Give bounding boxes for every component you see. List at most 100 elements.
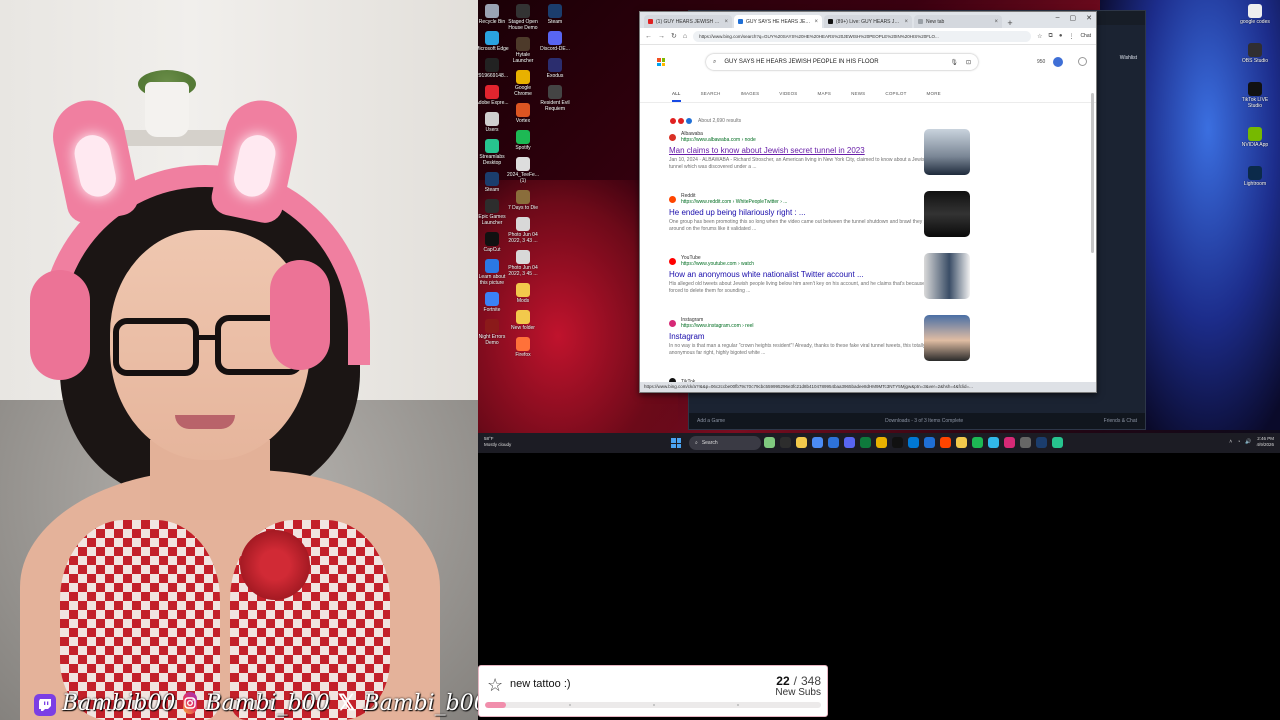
desktop-shortcut[interactable]: Lightroom — [1238, 166, 1272, 187]
result-title-link[interactable]: He ended up being hilariously right : ..… — [669, 208, 945, 218]
tab-close-icon[interactable]: × — [814, 19, 818, 25]
result-title-link[interactable]: How an anonymous white nationalist Twitt… — [669, 270, 945, 280]
desktop-shortcut[interactable]: 7 Days to Die — [506, 190, 540, 211]
chevron-up-icon[interactable]: ˄ — [1229, 439, 1232, 445]
search-tab[interactable]: SEARCH — [701, 91, 721, 102]
desktop-shortcut[interactable]: Hytale Launcher — [506, 37, 540, 64]
desktop-shortcut[interactable]: Night Errors Demo — [478, 319, 509, 346]
desktop-shortcut[interactable]: Streamlabs Desktop — [478, 139, 509, 166]
network-icon[interactable]: ◔ — [1237, 439, 1240, 445]
steam-friends-chat[interactable]: Friends & Chat — [1104, 418, 1137, 424]
close-icon[interactable]: ✕ — [1086, 14, 1092, 22]
desktop-shortcut[interactable]: Staged Open House Demo — [506, 4, 540, 31]
desktop-shortcut[interactable]: Steam — [538, 4, 572, 25]
browser-tab[interactable]: (1) GUY HEARS JEWISH PEO...× — [644, 15, 732, 28]
extensions-icon[interactable]: ⧉ — [1049, 33, 1053, 40]
result-thumbnail[interactable] — [924, 129, 970, 175]
taskbar-app-icon[interactable] — [956, 437, 967, 448]
result-thumbnail[interactable] — [924, 315, 970, 361]
taskbar-app-icon[interactable] — [796, 437, 807, 448]
search-tab[interactable]: NEWS — [851, 91, 865, 102]
desktop-shortcut[interactable]: Google Chrome — [506, 70, 540, 97]
desktop-shortcut[interactable]: 2919669148... — [478, 58, 509, 79]
search-query[interactable]: GUY SAYS HE HEARS JEWISH PEOPLE IN HIS F… — [724, 59, 942, 65]
result-source[interactable]: YouTube https://www.youtube.com › watch — [669, 255, 945, 267]
desktop-shortcut[interactable]: NVIDIA App — [1238, 127, 1272, 148]
taskbar-app-icon[interactable] — [828, 437, 839, 448]
search-tab[interactable]: MAPS — [818, 91, 832, 102]
desktop-shortcut[interactable]: Recycle Bin — [478, 4, 509, 25]
desktop-shortcut[interactable]: TikTok LIVE Studio — [1238, 82, 1272, 109]
result-thumbnail[interactable] — [924, 191, 970, 237]
tab-close-icon[interactable]: × — [994, 19, 998, 25]
result-title-link[interactable]: Instagram — [669, 332, 945, 342]
steam-wishlist-link[interactable]: Wishlist — [1120, 55, 1137, 61]
rewards-medal-icon[interactable] — [1053, 57, 1063, 67]
desktop-shortcut[interactable]: Microsoft Edge — [478, 31, 509, 52]
search-box[interactable]: ⌕ GUY SAYS HE HEARS JEWISH PEOPLE IN HIS… — [706, 54, 978, 70]
minimize-icon[interactable]: – — [1056, 14, 1060, 22]
search-tab[interactable]: IMAGES — [741, 91, 760, 102]
maximize-icon[interactable]: ▢ — [1070, 14, 1077, 22]
desktop-shortcut[interactable]: Firefox — [506, 337, 540, 358]
search-tab[interactable]: MORE — [927, 91, 941, 102]
forward-arrow-icon[interactable]: → — [658, 33, 665, 40]
taskbar-app-icon[interactable] — [908, 437, 919, 448]
result-thumbnail[interactable] — [924, 253, 970, 299]
taskbar-app-icon[interactable] — [844, 437, 855, 448]
taskbar-app-icon[interactable] — [1004, 437, 1015, 448]
desktop-shortcut[interactable]: Epic Games Launcher — [478, 199, 509, 226]
taskbar-app-icon[interactable] — [988, 437, 999, 448]
desktop-shortcut[interactable]: Spotify — [506, 130, 540, 151]
rewards-points[interactable]: 950 — [1037, 59, 1045, 65]
search-tab[interactable]: VIDEOS — [779, 91, 797, 102]
taskbar-app-icon[interactable] — [876, 437, 887, 448]
weather-widget[interactable]: 58°F Mostly cloudy — [484, 436, 511, 448]
taskbar-app-icon[interactable] — [1036, 437, 1047, 448]
menu-dots-icon[interactable]: ⋮ — [1068, 33, 1074, 40]
desktop-shortcut[interactable]: New folder — [506, 310, 540, 331]
system-clock[interactable]: 2:46 PM 4/9/2026 — [1256, 436, 1274, 448]
taskbar-app-icon[interactable] — [764, 437, 775, 448]
browser-tab[interactable]: New tab × — [914, 15, 1002, 28]
taskbar-app-icon[interactable] — [924, 437, 935, 448]
taskbar-app-icon[interactable] — [1020, 437, 1031, 448]
tab-close-icon[interactable]: × — [904, 19, 908, 25]
taskbar-app-icon[interactable] — [892, 437, 903, 448]
account-icon[interactable] — [1078, 57, 1087, 66]
browser-tab[interactable]: (89+) Live: GUY HEARS JEWI... × — [824, 15, 912, 28]
desktop-shortcut[interactable]: Photo Jun 04 2022, 3 45 ... — [506, 250, 540, 277]
search-tab[interactable]: COPILOT — [885, 91, 906, 102]
desktop-shortcut[interactable]: Users — [478, 112, 509, 133]
chat-button[interactable]: Chat — [1080, 33, 1091, 39]
steam-downloads-status[interactable]: Downloads - 3 of 3 Items Complete — [885, 418, 963, 424]
desktop-shortcut[interactable]: Resident Evil Requiem — [538, 85, 572, 112]
windows-start-icon[interactable] — [671, 438, 681, 448]
desktop-shortcut[interactable]: Vortex — [506, 103, 540, 124]
search-tab[interactable]: ALL — [672, 91, 681, 102]
result-source[interactable]: Albawaba https://www.albawaba.com › node — [669, 131, 945, 143]
taskbar-search[interactable]: ⌕ Search — [689, 436, 761, 450]
taskbar-app-icon[interactable] — [972, 437, 983, 448]
desktop-shortcut[interactable]: Photo Jun 04 2022, 3 43 ... — [506, 217, 540, 244]
bookmark-star-icon[interactable]: ☆ — [1037, 33, 1042, 40]
volume-icon[interactable]: 🔊 — [1245, 439, 1251, 445]
steam-add-game[interactable]: Add a Game — [697, 418, 725, 424]
result-source[interactable]: Reddit https://www.reddit.com › WhitePeop… — [669, 193, 945, 205]
reload-icon[interactable]: ↻ — [671, 32, 677, 40]
taskbar-app-icon[interactable] — [940, 437, 951, 448]
result-source[interactable]: Instagram https://www.instagram.com › ree… — [669, 317, 945, 329]
desktop-shortcut[interactable]: CapCut — [478, 232, 509, 253]
taskbar-app-icon[interactable] — [812, 437, 823, 448]
new-tab-plus-icon[interactable]: + — [1004, 18, 1016, 28]
desktop-shortcut[interactable]: Fortnite — [478, 292, 509, 313]
taskbar-app-icon[interactable] — [860, 437, 871, 448]
desktop-shortcut[interactable]: 2024_TeeFe... (1) — [506, 157, 540, 184]
page-scrollbar[interactable] — [1091, 93, 1094, 253]
address-bar[interactable]: https://www.bing.com/search?q=GUY%20SAYS… — [693, 30, 1032, 42]
taskbar-app-icon[interactable] — [780, 437, 791, 448]
result-title-link[interactable]: Man claims to know about Jewish secret t… — [669, 146, 945, 156]
home-icon[interactable]: ⌂ — [683, 33, 687, 40]
desktop-shortcut[interactable]: Discord-DE... — [538, 31, 572, 52]
microphone-icon[interactable]: 🎙 — [950, 59, 958, 66]
